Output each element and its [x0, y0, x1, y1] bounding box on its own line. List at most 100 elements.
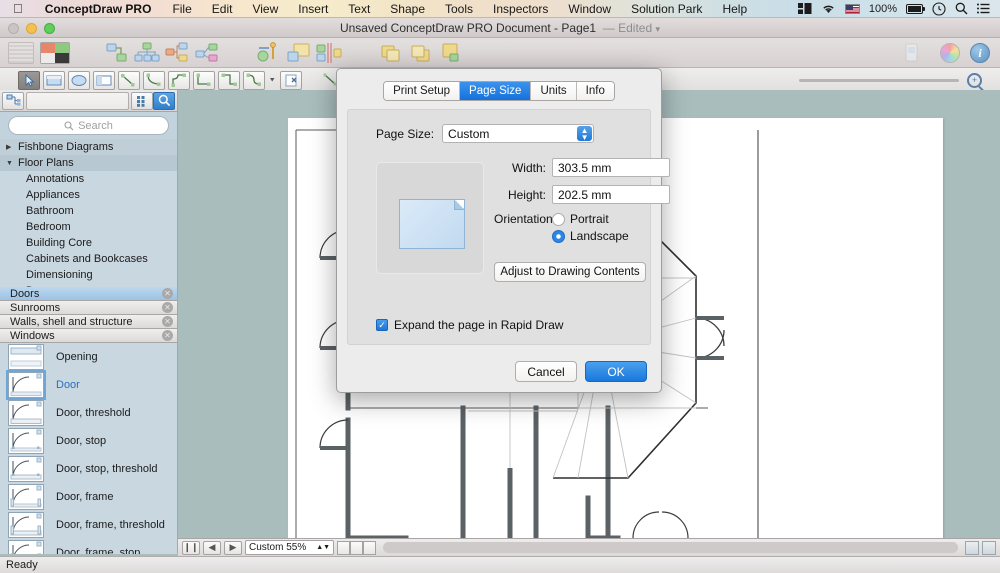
network-diagram-icon[interactable] — [194, 41, 220, 65]
zoom-slider[interactable]: + — [799, 73, 1000, 88]
close-icon[interactable]: ✕ — [162, 302, 173, 313]
tree-item-fishbone-diagrams[interactable]: ▶ Fishbone Diagrams — [0, 139, 177, 155]
chevron-down-icon[interactable]: ▼ — [6, 160, 15, 167]
tab-print-setup[interactable]: Print Setup — [384, 82, 460, 100]
chevron-down-icon[interactable]: ▾ — [655, 24, 660, 34]
page-view-buttons[interactable] — [337, 541, 376, 555]
cancel-button[interactable]: Cancel — [515, 361, 577, 382]
door-stop-threshold-shape-icon[interactable] — [8, 456, 44, 482]
page-view-1[interactable] — [337, 541, 350, 555]
color-wheel-icon[interactable] — [940, 43, 960, 63]
align-tool-icon[interactable] — [316, 41, 342, 65]
ellipse-tool-icon[interactable] — [68, 71, 90, 90]
mission-control-icon[interactable] — [798, 3, 812, 14]
list-item[interactable]: Door, stop — [0, 427, 177, 455]
list-item[interactable]: Door, frame, stop — [0, 539, 177, 554]
section-header-sunrooms[interactable]: Sunrooms ✕ — [0, 301, 177, 315]
horizontal-scrollbar[interactable] — [383, 542, 958, 553]
tree-item-bathroom[interactable]: Bathroom — [0, 203, 177, 219]
search-icon[interactable] — [153, 92, 175, 110]
radio-landscape[interactable] — [552, 230, 565, 243]
bezier-connector-icon[interactable] — [218, 71, 240, 90]
spotlight-search-icon[interactable] — [955, 2, 968, 15]
door-frame-shape-icon[interactable] — [8, 484, 44, 510]
pause-icon[interactable]: ❙❙ — [182, 541, 200, 555]
tree-item-building-core[interactable]: Building Core — [0, 235, 177, 251]
next-page-icon[interactable]: ▶ — [224, 541, 242, 555]
close-button[interactable] — [8, 23, 19, 34]
clear-connector-icon[interactable] — [280, 71, 302, 90]
zoom-button[interactable] — [44, 23, 55, 34]
list-item[interactable]: Door — [0, 371, 177, 399]
close-icon[interactable]: ✕ — [162, 330, 173, 341]
chevron-updown-icon[interactable]: ▲▼ — [577, 126, 592, 141]
clock-icon[interactable] — [932, 2, 946, 16]
menu-app-name[interactable]: ConceptDraw PRO — [34, 2, 163, 16]
wifi-icon[interactable] — [821, 3, 836, 14]
full-view-icon[interactable] — [982, 541, 996, 555]
grid-view-icon[interactable] — [131, 92, 153, 110]
connector-tool-icon[interactable] — [256, 41, 282, 65]
note-tool-icon[interactable] — [286, 41, 312, 65]
us-flag-icon[interactable] — [845, 4, 860, 14]
search-input[interactable]: Search — [8, 116, 169, 135]
elbow-connector-icon[interactable] — [193, 71, 215, 90]
menu-item-tools[interactable]: Tools — [435, 2, 483, 16]
list-item[interactable]: Door, frame — [0, 483, 177, 511]
flowchart-icon[interactable] — [104, 41, 130, 65]
section-header-windows[interactable]: Windows ✕ — [0, 329, 177, 343]
door-frame-stop-shape-icon[interactable] — [8, 540, 44, 554]
pointer-tool-icon[interactable] — [18, 71, 40, 90]
height-field[interactable]: 202.5 mm — [552, 185, 670, 204]
zoom-in-icon[interactable]: + — [967, 73, 982, 88]
smart-connector-icon[interactable] — [118, 71, 140, 90]
list-item[interactable]: Door, frame, threshold — [0, 511, 177, 539]
menu-item-shape[interactable]: Shape — [380, 2, 435, 16]
tree-view-icon[interactable] — [2, 92, 24, 110]
battery-icon[interactable] — [906, 4, 923, 14]
tree-item-floor-plans[interactable]: ▼ Floor Plans — [0, 155, 177, 171]
page-view-2[interactable] — [350, 541, 363, 555]
layer-back-icon[interactable] — [408, 41, 434, 65]
tree-item-dimensioning[interactable]: Dimensioning — [0, 267, 177, 283]
section-header-doors[interactable]: Doors ✕ — [0, 287, 177, 301]
chevron-updown-icon[interactable]: ▲▼ — [316, 545, 330, 551]
door-stop-shape-icon[interactable] — [8, 428, 44, 454]
org-chart-icon[interactable] — [134, 41, 160, 65]
menu-item-window[interactable]: Window — [558, 2, 621, 16]
chevron-right-icon[interactable]: ▶ — [6, 143, 15, 151]
tree-item-cabinets-and-bookcases[interactable]: Cabinets and Bookcases — [0, 251, 177, 267]
arc-connector-icon[interactable] — [168, 71, 190, 90]
menu-item-help[interactable]: Help — [712, 2, 757, 16]
menu-item-inspectors[interactable]: Inspectors — [483, 2, 558, 16]
rectangle-tool-icon[interactable] — [43, 71, 65, 90]
grid-toggle-icon[interactable] — [8, 42, 34, 64]
group-icon[interactable] — [438, 41, 464, 65]
tree-item-appliances[interactable]: Appliances — [0, 187, 177, 203]
menu-item-edit[interactable]: Edit — [202, 2, 243, 16]
close-icon[interactable]: ✕ — [162, 316, 173, 327]
opening-shape-icon[interactable] — [8, 344, 44, 370]
page-size-select[interactable]: Custom ▲▼ — [442, 124, 594, 143]
tree-connector-icon[interactable] — [243, 71, 265, 90]
split-view-icon[interactable] — [965, 541, 979, 555]
radio-portrait[interactable] — [552, 213, 565, 226]
apple-icon[interactable]:  — [0, 2, 34, 15]
tab-units[interactable]: Units — [531, 82, 576, 100]
menu-item-view[interactable]: View — [242, 2, 288, 16]
menu-item-file[interactable]: File — [162, 2, 201, 16]
width-field[interactable]: 303.5 mm — [552, 158, 670, 177]
zoom-slider-track[interactable] — [799, 79, 959, 82]
page-view-3[interactable] — [363, 541, 376, 555]
list-item[interactable]: Opening — [0, 343, 177, 371]
tab-page-size[interactable]: Page Size — [460, 82, 531, 100]
expand-page-row[interactable]: ✓ Expand the page in Rapid Draw — [376, 318, 563, 332]
door-frame-threshold-shape-icon[interactable] — [8, 512, 44, 538]
door-shape-icon[interactable] — [8, 372, 44, 398]
close-icon[interactable]: ✕ — [162, 288, 173, 299]
info-icon[interactable]: i — [970, 43, 990, 63]
mind-map-icon[interactable] — [164, 41, 190, 65]
table-tool-icon[interactable] — [93, 71, 115, 90]
menu-item-text[interactable]: Text — [338, 2, 380, 16]
ok-button[interactable]: OK — [585, 361, 647, 382]
